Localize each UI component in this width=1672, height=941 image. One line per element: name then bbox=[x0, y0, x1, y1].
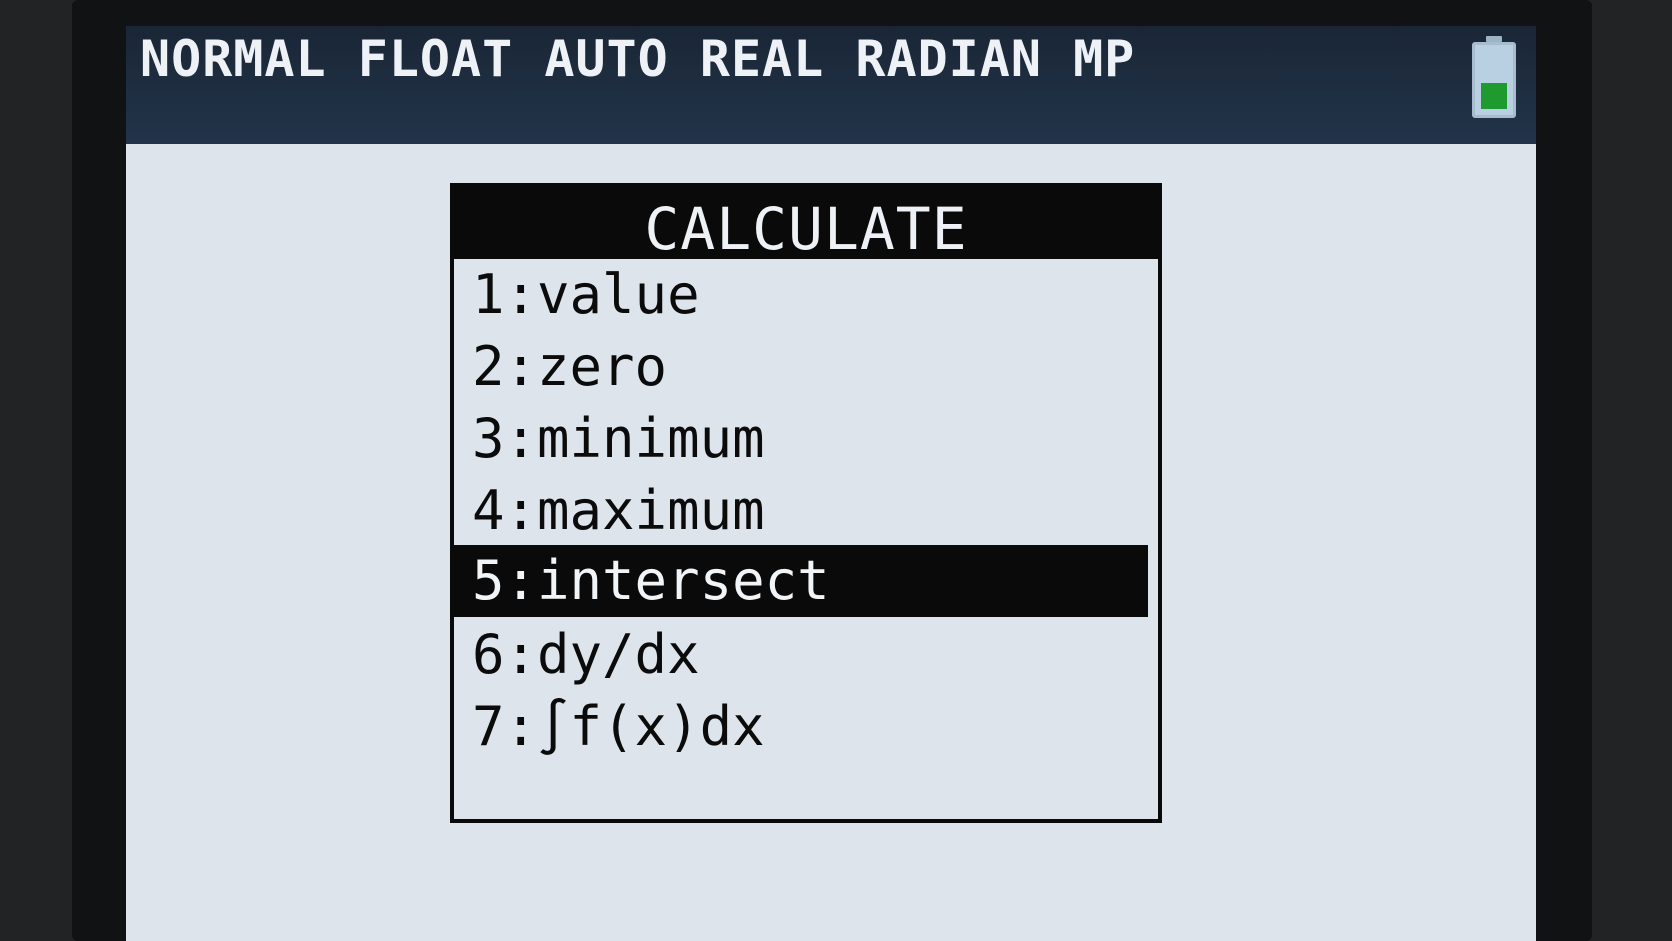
menu-title: CALCULATE bbox=[454, 187, 1158, 263]
mode-status-text: NORMAL FLOAT AUTO REAL RADIAN MP bbox=[140, 30, 1136, 88]
battery-icon bbox=[1472, 36, 1516, 118]
battery-level-fill bbox=[1481, 83, 1507, 109]
calculate-menu: CALCULATE 1:value 2:zero 3:minimum 4:max… bbox=[450, 183, 1162, 823]
menu-item-minimum[interactable]: 3:minimum bbox=[454, 403, 1148, 475]
menu-item-intersect[interactable]: 5:intersect bbox=[454, 545, 1148, 617]
menu-item-integral[interactable]: 7:∫f(x)dx bbox=[454, 691, 1148, 763]
status-bar: NORMAL FLOAT AUTO REAL RADIAN MP bbox=[126, 26, 1536, 144]
calculator-screen: NORMAL FLOAT AUTO REAL RADIAN MP CALCULA… bbox=[126, 26, 1536, 941]
menu-item-dy-dx[interactable]: 6:dy/dx bbox=[454, 619, 1148, 691]
menu-item-value[interactable]: 1:value bbox=[454, 259, 1148, 331]
menu-item-zero[interactable]: 2:zero bbox=[454, 331, 1148, 403]
menu-item-maximum[interactable]: 4:maximum bbox=[454, 475, 1148, 547]
battery-body bbox=[1472, 42, 1516, 118]
